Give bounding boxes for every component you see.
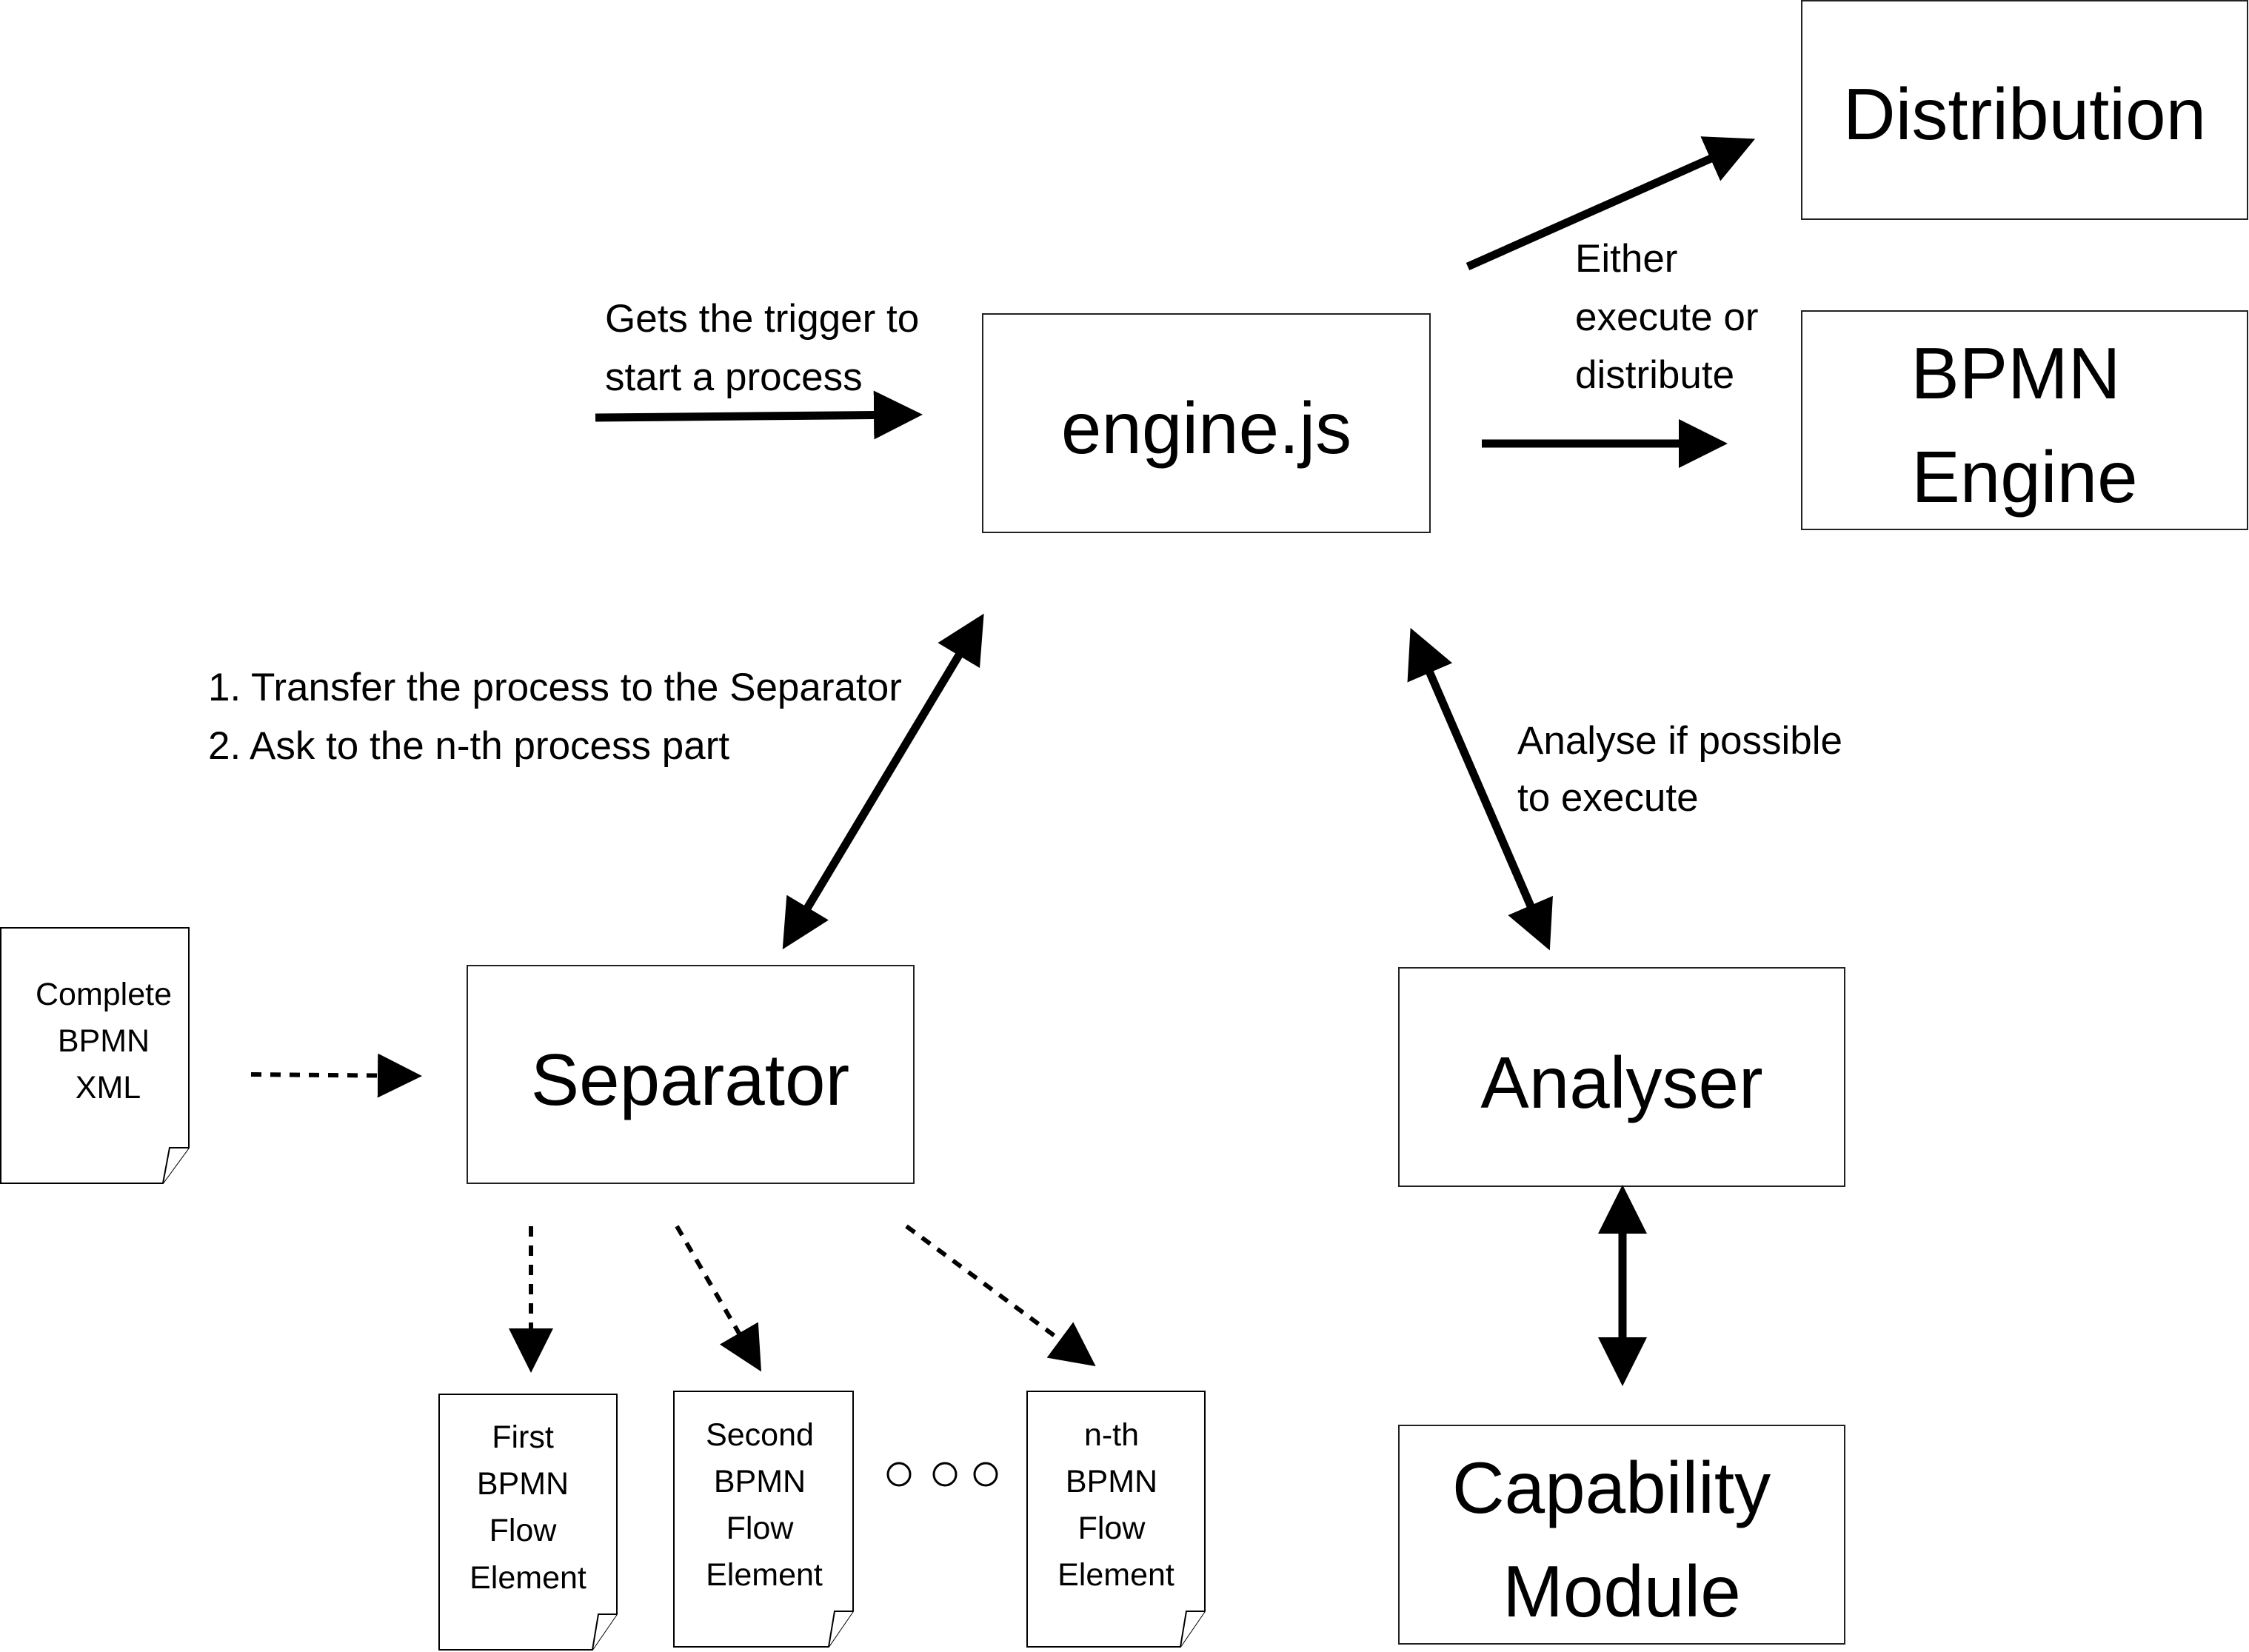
- doc-line: Complete: [36, 977, 172, 1012]
- architecture-diagram: Distribution BPMN Engine engine.js Separ…: [0, 0, 2248, 1651]
- doc-line: Flow: [726, 1511, 795, 1546]
- label-line: 1. Transfer the process to the Separator: [208, 666, 902, 709]
- second-flow-element-document: Second BPMN Flow Element: [673, 1391, 854, 1648]
- distribution-label: Distribution: [1843, 73, 2206, 155]
- separator-box: Separator: [467, 965, 915, 1184]
- doc-line: BPMN: [714, 1464, 806, 1499]
- analyser-box: Analyser: [1398, 967, 1845, 1187]
- complete-bpmn-xml-document: Complete BPMN XML: [0, 927, 190, 1184]
- doc-line: Flow: [489, 1513, 558, 1548]
- bpmn-engine-label-line2: Engine: [1911, 436, 2137, 518]
- first-flow-element-document: First BPMN Flow Element: [438, 1394, 618, 1651]
- separator-to-second-dashed-arrow: [675, 1225, 762, 1372]
- separator-label: Separator: [531, 1039, 849, 1120]
- label-line: Gets the trigger to: [605, 297, 919, 341]
- doc-line: BPMN: [477, 1466, 569, 1502]
- doc-line: BPMN: [1066, 1464, 1157, 1499]
- doc-line: XML: [76, 1070, 141, 1106]
- engine-js-label: engine.js: [1061, 387, 1351, 469]
- analyser-engine-double-arrow: [1407, 627, 1553, 951]
- label-line: Analyse if possible: [1517, 719, 1842, 763]
- analyse-label: Analyse if possible to execute: [1517, 719, 1842, 820]
- either-label: Either execute or distribute: [1575, 237, 1758, 397]
- doc-line: n-th: [1084, 1417, 1139, 1453]
- trigger-label: Gets the trigger to start a process: [605, 297, 919, 399]
- doc-line: First: [492, 1419, 554, 1455]
- label-line: start a process: [605, 355, 863, 399]
- doc-line: Flow: [1078, 1511, 1146, 1546]
- distribution-box: Distribution: [1801, 0, 2248, 220]
- doc-line: BPMN: [58, 1023, 150, 1059]
- label-line: 2. Ask to the n-th process part: [208, 724, 729, 768]
- capability-module-box: Capability Module: [1398, 1425, 1845, 1645]
- separator-to-nth-dashed-arrow: [905, 1224, 1096, 1367]
- label-line: distribute: [1575, 353, 1734, 397]
- analyser-label: Analyser: [1480, 1042, 1762, 1123]
- xml-to-separator-dashed-arrow: [250, 1053, 422, 1098]
- bpmn-engine-label-line1: BPMN: [1911, 332, 2120, 414]
- capability-module-label-line2: Module: [1503, 1551, 1740, 1632]
- label-line: to execute: [1517, 776, 1699, 820]
- engine-js-box: engine.js: [982, 313, 1431, 533]
- bpmn-engine-box: BPMN Engine: [1801, 310, 2248, 530]
- doc-line: Second: [706, 1417, 814, 1453]
- doc-line: Element: [469, 1560, 587, 1596]
- separator-steps-label: 1. Transfer the process to the Separator…: [208, 666, 902, 768]
- doc-line: Element: [706, 1557, 823, 1593]
- nth-flow-element-document: n-th BPMN Flow Element: [1026, 1391, 1206, 1648]
- capability-module-label-line1: Capability: [1452, 1447, 1771, 1528]
- doc-line: Element: [1057, 1557, 1174, 1593]
- label-line: execute or: [1575, 295, 1758, 339]
- trigger-arrow: [595, 390, 923, 440]
- separator-engine-double-arrow: [782, 613, 984, 950]
- ellipsis-dots: [886, 1462, 998, 1487]
- label-line: Either: [1575, 237, 1677, 281]
